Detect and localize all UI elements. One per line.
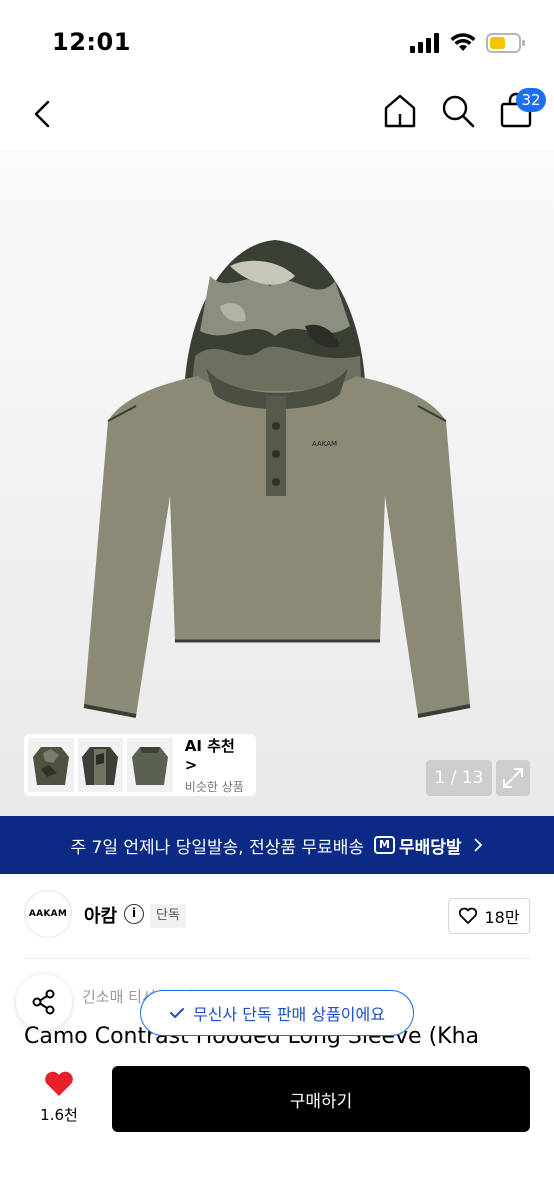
status-icons (410, 32, 526, 54)
home-button[interactable] (382, 90, 418, 130)
product-image: AAKAM (83, 240, 471, 718)
brand-like-count: 18만 (484, 908, 520, 927)
info-icon[interactable]: i (124, 904, 144, 924)
expand-image-button[interactable] (496, 760, 530, 796)
wishlist-count: 1.6천 (40, 1106, 78, 1124)
delivery-banner[interactable]: 주 7일 언제나 당일발송, 전상품 무료배송 M 무배당발 (0, 816, 554, 874)
wifi-icon (450, 33, 476, 51)
chevron-right-icon (473, 838, 482, 852)
product-logo-text: AAKAM (312, 440, 337, 448)
signal-icon (410, 33, 439, 53)
home-icon (384, 94, 416, 128)
brand-like-button[interactable]: 18만 (448, 898, 530, 934)
ai-thumb-1[interactable] (28, 738, 74, 792)
bottom-action-bar: 1.6천 구매하기 (0, 1048, 554, 1200)
image-counter: 1 / 13 (426, 760, 492, 796)
wishlist-button[interactable]: 1.6천 (30, 1070, 88, 1125)
nav-bar: 32 (0, 80, 554, 150)
share-icon (32, 989, 55, 1015)
battery-icon (486, 33, 525, 53)
ai-thumb-2[interactable] (77, 738, 124, 792)
brand-row: AAKAM 아캄 i 단독 18만 (0, 888, 554, 946)
product-image-gallery[interactable]: AAKAM AI 추천 > 비슷한 상품 1 / 13 (0, 150, 554, 816)
thumbnail-image (82, 747, 119, 785)
thumbnail-image (32, 747, 69, 785)
divider (24, 958, 530, 959)
heart-filled-icon (45, 1071, 73, 1096)
exclusive-tag: 단독 (150, 904, 186, 928)
ai-recommend-card[interactable]: AI 추천 > 비슷한 상품 (24, 734, 256, 796)
free-delivery-badge: M 무배당발 (373, 833, 462, 858)
status-time: 12:01 (52, 28, 131, 56)
banner-text: 주 7일 언제나 당일발송, 전상품 무료배송 (70, 837, 364, 858)
thumbnail-image (131, 747, 168, 785)
delivery-mark: M (373, 836, 395, 854)
ai-recommend-title: AI 추천 > (184, 737, 235, 774)
delivery-badge-label: 무배당발 (398, 837, 462, 858)
ai-recommend-subtitle: 비슷한 상품 (184, 780, 244, 794)
expand-icon (503, 768, 523, 788)
ai-thumb-3[interactable] (127, 738, 173, 792)
brand-logo[interactable]: AAKAM (24, 890, 72, 938)
ai-recommend-text: AI 추천 > 비슷한 상품 (185, 735, 252, 795)
back-button[interactable] (26, 94, 60, 134)
check-icon (170, 1008, 185, 1018)
brand-name[interactable]: 아캄 (84, 902, 117, 928)
cart-count-badge: 32 (516, 88, 546, 112)
share-button[interactable] (16, 974, 72, 1030)
chevron-left-icon (34, 100, 50, 128)
cart-button[interactable]: 32 (498, 88, 546, 130)
search-icon (442, 95, 475, 128)
exclusive-notice: 무신사 단독 판매 상품이에요 (140, 990, 414, 1036)
status-bar: 12:01 (0, 0, 554, 80)
search-button[interactable] (440, 90, 476, 130)
heart-outline-icon (459, 907, 478, 924)
nav-actions: 32 (382, 88, 546, 130)
buy-button[interactable]: 구매하기 (112, 1066, 530, 1132)
exclusive-notice-text: 무신사 단독 판매 상품이에요 (193, 1005, 385, 1024)
